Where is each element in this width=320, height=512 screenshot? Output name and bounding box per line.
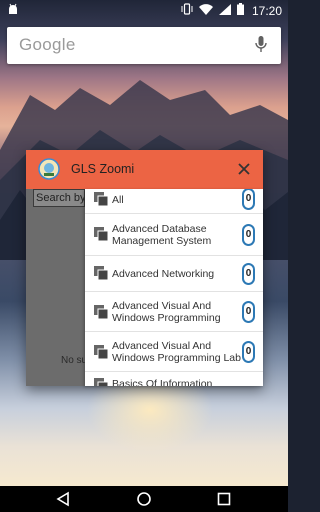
- copy-icon: [94, 266, 109, 285]
- count-badge: 0: [242, 224, 255, 246]
- list-item-label: Advanced Database Management System: [112, 223, 212, 247]
- list-item[interactable]: Advanced Visual And Windows Programming …: [85, 292, 263, 332]
- app-logo-icon: [38, 158, 60, 185]
- list-item[interactable]: Advanced Visual And Windows Programming …: [85, 332, 263, 372]
- count-badge: 0: [242, 301, 255, 323]
- navigation-bar: [0, 486, 288, 512]
- recents-icon[interactable]: [216, 491, 234, 507]
- list-item-label: Basics Of Information: [112, 378, 213, 386]
- vibrate-icon: [181, 3, 193, 18]
- google-brand: Google: [19, 35, 76, 54]
- list-item[interactable]: Advanced Database Management System 0: [85, 214, 263, 256]
- list-item[interactable]: Basics Of Information: [85, 372, 263, 386]
- home-icon[interactable]: [136, 491, 154, 507]
- empty-message: No su: [61, 355, 88, 366]
- google-search-widget[interactable]: Google: [7, 27, 281, 64]
- list-item-label: Advanced Visual And Windows Programming: [112, 300, 221, 324]
- android-debug-icon: [7, 3, 19, 19]
- count-badge: 0: [242, 263, 255, 285]
- list-item[interactable]: Advanced Networking 0: [85, 256, 263, 292]
- back-icon[interactable]: [56, 491, 74, 507]
- list-item-label: Advanced Visual And Windows Programming …: [112, 340, 241, 364]
- subject-dropdown-list[interactable]: All 0 Advanced Database Management Syste…: [85, 189, 263, 386]
- count-badge: 0: [242, 189, 255, 210]
- copy-icon: [94, 378, 109, 386]
- copy-icon: [94, 305, 109, 324]
- signal-icon: [218, 3, 231, 18]
- copy-icon: [94, 192, 109, 211]
- list-item[interactable]: All 0: [85, 189, 263, 214]
- status-bar: 17:20: [0, 0, 288, 20]
- list-item-label: All: [112, 194, 124, 206]
- list-item-label: Advanced Networking: [112, 268, 215, 280]
- count-badge: 0: [242, 341, 255, 363]
- clock: 17:20: [251, 3, 282, 18]
- search-input[interactable]: Search by: [33, 189, 85, 207]
- dialog-header: GLS Zoomi: [26, 150, 263, 189]
- copy-icon: [94, 345, 109, 364]
- mic-icon[interactable]: [255, 36, 267, 59]
- wifi-icon: [198, 3, 213, 18]
- battery-icon: [236, 3, 244, 18]
- copy-icon: [94, 227, 109, 246]
- dialog-title: GLS Zoomi: [71, 162, 135, 176]
- close-icon[interactable]: [235, 160, 253, 178]
